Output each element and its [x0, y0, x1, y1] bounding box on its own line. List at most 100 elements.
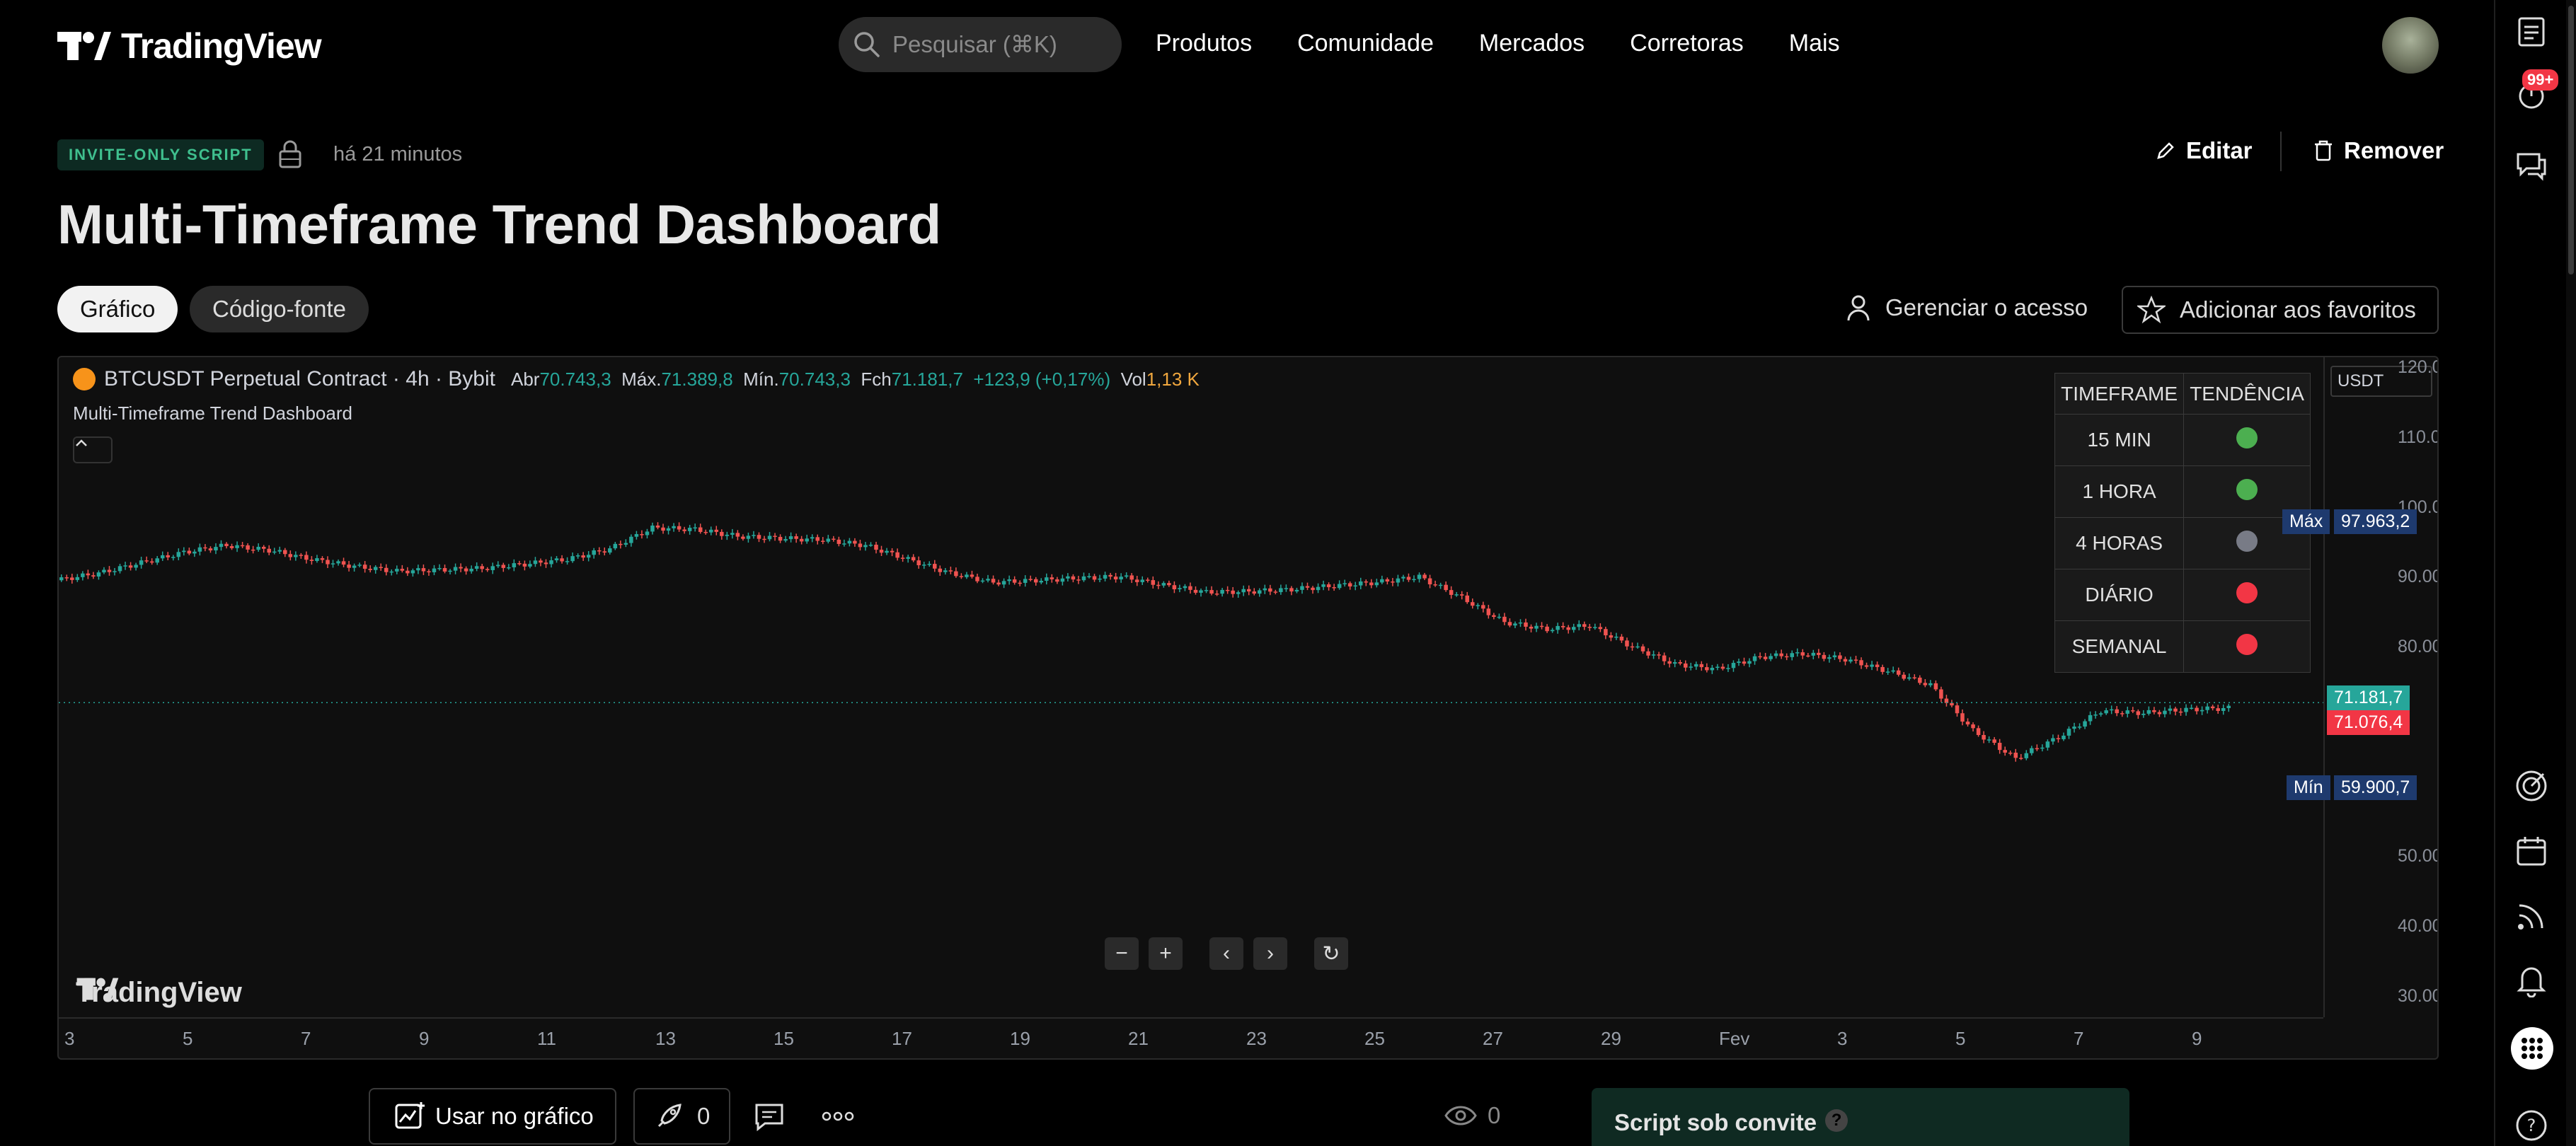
- reset-chart-button[interactable]: ↻: [1314, 937, 1348, 970]
- candle-body: [778, 536, 783, 541]
- nav-products[interactable]: Produtos: [1156, 30, 1252, 57]
- nav-brokers[interactable]: Corretoras: [1630, 30, 1744, 57]
- candle-body: [1928, 683, 1933, 685]
- target-icon[interactable]: [2514, 768, 2549, 804]
- comment-icon[interactable]: [752, 1101, 786, 1132]
- candle-body: [1773, 653, 1778, 656]
- candle-body: [965, 574, 969, 577]
- use-on-chart-button[interactable]: Usar no gráfico: [369, 1088, 616, 1145]
- candle-body: [2040, 747, 2045, 749]
- candle-body: [1476, 605, 1480, 606]
- page-scrollbar[interactable]: [2566, 0, 2576, 1146]
- edit-button[interactable]: Editar: [2155, 137, 2253, 164]
- candle-body: [832, 538, 836, 540]
- scroll-right-button[interactable]: ›: [1253, 937, 1287, 970]
- candle-body: [655, 525, 660, 528]
- candle-body: [549, 560, 553, 565]
- candle-body: [1045, 577, 1049, 581]
- candle-body: [59, 577, 64, 581]
- collapse-legend-button[interactable]: [73, 436, 113, 463]
- candle-body: [2226, 705, 2231, 708]
- candle-body: [1246, 589, 1251, 592]
- candle-body: [2163, 710, 2167, 714]
- tab-source-code[interactable]: Código-fonte: [190, 286, 369, 332]
- feed-icon[interactable]: [2514, 898, 2549, 934]
- nav-more[interactable]: Mais: [1789, 30, 1840, 57]
- search-input[interactable]: [892, 31, 1105, 58]
- candle-body: [1124, 575, 1129, 577]
- candle-body: [1710, 668, 1715, 671]
- apps-grid-icon[interactable]: [2511, 1027, 2553, 1070]
- zoom-out-button[interactable]: −: [1105, 937, 1139, 970]
- remove-button[interactable]: Remover: [2313, 137, 2444, 164]
- more-options-icon[interactable]: [821, 1106, 855, 1127]
- candle-body: [1252, 591, 1257, 594]
- max-price-hidden: [2403, 932, 2417, 936]
- candle-body: [1172, 585, 1177, 590]
- nav-markets[interactable]: Mercados: [1479, 30, 1585, 57]
- trash-icon: [2315, 140, 2332, 161]
- candle-body: [954, 571, 958, 577]
- candle-body: [581, 555, 585, 558]
- indicator-name[interactable]: Multi-Timeframe Trend Dashboard: [73, 403, 352, 424]
- watchlist-icon[interactable]: [2514, 14, 2549, 50]
- candle-body: [629, 536, 633, 543]
- use-on-chart-label: Usar no gráfico: [435, 1103, 594, 1129]
- chart-watermark: TradingView: [76, 977, 242, 1009]
- trend-table-row: 1 HORA: [2054, 465, 2311, 518]
- candle-body: [2210, 706, 2215, 709]
- scrollbar-thumb[interactable]: [2568, 6, 2574, 274]
- change-value: +123,9 (+0,17%): [973, 368, 1111, 390]
- tab-chart[interactable]: Gráfico: [57, 286, 178, 332]
- time-scale[interactable]: [59, 1017, 2323, 1058]
- candle-body: [139, 560, 144, 565]
- candle-body: [1853, 659, 1858, 661]
- chat-icon[interactable]: [2514, 147, 2549, 183]
- candle-body: [1582, 624, 1587, 627]
- candle-body: [246, 545, 250, 550]
- trend-timeframe: 15 MIN: [2054, 414, 2185, 466]
- candle-body: [1486, 608, 1491, 615]
- max-price-tag: 97.963,2: [2334, 509, 2417, 534]
- candlestick-chart[interactable]: [59, 357, 2323, 1017]
- calendar-icon[interactable]: [2514, 833, 2549, 869]
- candle-body: [357, 565, 362, 566]
- user-icon: [1847, 295, 1870, 321]
- scroll-left-button[interactable]: ‹: [1209, 937, 1243, 970]
- manage-access-button[interactable]: Gerenciar o acesso: [1846, 294, 2088, 322]
- user-avatar[interactable]: [2382, 17, 2439, 74]
- boost-button[interactable]: 0: [633, 1088, 730, 1145]
- manage-access-label: Gerenciar o acesso: [1885, 294, 2088, 320]
- candle-body: [938, 568, 943, 572]
- candle-body: [1843, 659, 1848, 662]
- time-tick-label: 25: [1364, 1028, 1385, 1049]
- candle-body: [1119, 577, 1123, 580]
- candle-body: [528, 564, 532, 567]
- candle-body: [980, 580, 985, 582]
- candle-body: [81, 573, 85, 577]
- time-tick-label: 9: [419, 1028, 430, 1049]
- candle-body: [2066, 729, 2071, 736]
- time-tick-label: 5: [1955, 1028, 1966, 1049]
- search-box[interactable]: [839, 17, 1122, 72]
- symbol-label[interactable]: BTCUSDT Perpetual Contract · 4h · Bybit: [104, 367, 495, 391]
- nav-community[interactable]: Comunidade: [1297, 30, 1434, 57]
- help-icon[interactable]: ?: [2514, 1108, 2549, 1143]
- price-tick-label: 30.000,0: [2398, 986, 2437, 1006]
- help-icon[interactable]: ?: [1825, 1109, 1848, 1132]
- candle-body: [788, 536, 793, 540]
- zoom-in-button[interactable]: +: [1149, 937, 1183, 970]
- candle-body: [1933, 683, 1938, 690]
- chart-widget[interactable]: BTCUSDT Perpetual Contract · 4h · Bybit …: [57, 356, 2439, 1060]
- candle-body: [2072, 727, 2076, 729]
- time-tick-label: 13: [655, 1028, 676, 1049]
- candle-body: [2008, 752, 2013, 754]
- brand-logo[interactable]: TradingView: [57, 25, 322, 66]
- candle-body: [406, 570, 410, 574]
- add-favorites-button[interactable]: Adicionar aos favoritos: [2122, 286, 2439, 334]
- candle-body: [890, 550, 895, 552]
- candle-body: [2178, 711, 2183, 713]
- tradingview-logo-icon: [76, 978, 119, 1000]
- bell-icon[interactable]: [2514, 962, 2549, 997]
- candle-body: [1183, 586, 1188, 589]
